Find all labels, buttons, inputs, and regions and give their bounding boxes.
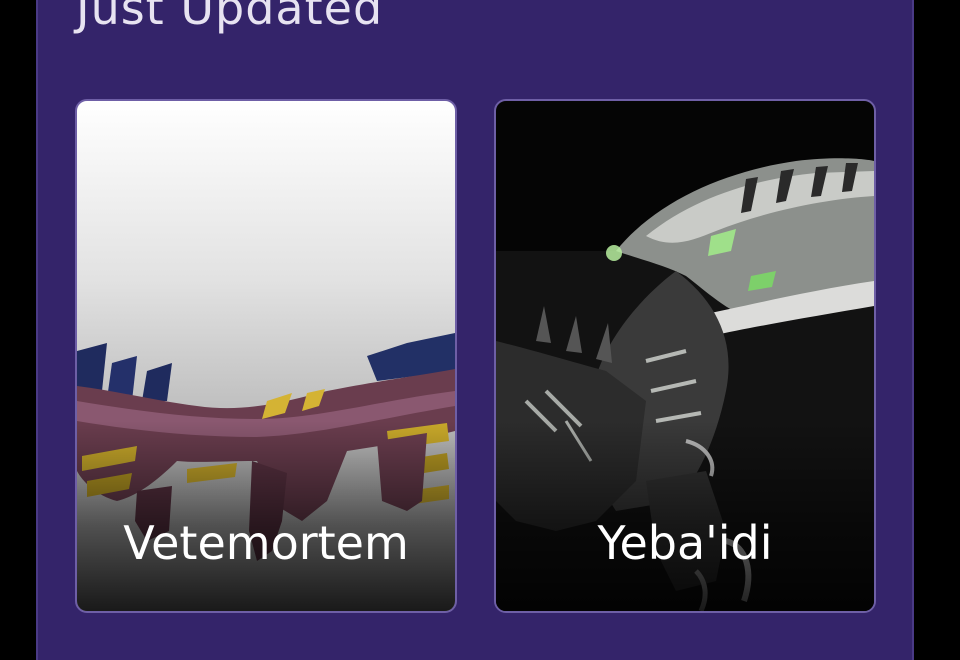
section-title: Just Updated: [76, 0, 384, 35]
creature-card-yebaidi[interactable]: Yeba'idi: [494, 99, 876, 613]
creature-card-vetemortem[interactable]: Vetemortem: [75, 99, 457, 613]
creature-name: Yeba'idi: [597, 516, 773, 570]
creature-name: Vetemortem: [123, 516, 409, 570]
